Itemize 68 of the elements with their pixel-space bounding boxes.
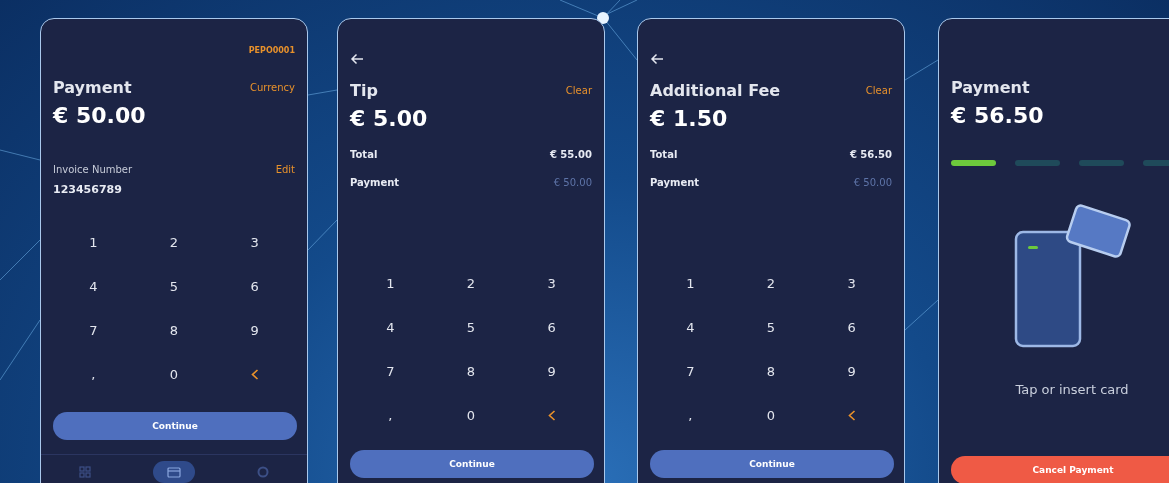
summary-value: € 56.50 [849,149,892,160]
invoice-number: 123456789 [53,183,123,196]
summary-value: € 50.00 [553,177,592,188]
grid-icon [79,466,92,478]
card-icon [167,466,181,478]
keypad-key[interactable]: 3 [811,261,892,305]
keypad-key[interactable]: 2 [133,220,215,264]
nav-tab[interactable] [153,461,195,483]
keypad-key[interactable]: 4 [650,305,731,349]
keypad-key[interactable]: 8 [730,349,812,393]
clear-link[interactable]: Clear [565,85,592,96]
continue-button[interactable]: Continue [350,450,594,478]
keypad-key[interactable]: 6 [811,305,892,349]
keypad-key[interactable]: 3 [511,261,592,305]
summary-value: € 55.00 [549,149,592,160]
keypad-key[interactable]: 4 [350,305,431,349]
back-arrow-icon[interactable] [650,53,664,65]
keypad-key[interactable]: 4 [53,264,134,308]
currency-link[interactable]: Currency [249,82,295,93]
keypad-key[interactable]: 8 [133,308,215,352]
keypad-key[interactable]: 9 [214,308,295,352]
summary-label: Payment [650,177,700,188]
keypad-key[interactable]: 7 [53,308,134,352]
merchant-id: PEPO0001 [248,46,295,55]
summary-label: Total [350,149,378,160]
keypad-key[interactable]: 9 [511,349,592,393]
screen-title: Payment [951,78,1030,97]
edit-link[interactable]: Edit [275,164,295,175]
keypad-key[interactable]: , [350,393,431,437]
keypad-key[interactable]: 5 [730,305,812,349]
chevron-left-icon [547,409,556,421]
keypad-key[interactable]: 2 [730,261,812,305]
clear-link[interactable]: Clear [865,85,892,96]
keypad-key[interactable]: 0 [730,393,812,437]
keypad-key[interactable]: 3 [214,220,295,264]
screen-title: Additional Fee [650,81,781,100]
keypad-key[interactable]: 5 [430,305,512,349]
keypad-key[interactable]: 1 [650,261,731,305]
summary-label: Total [650,149,678,160]
keypad-key[interactable]: 0 [430,393,512,437]
amount-value: € 5.00 [350,106,429,131]
keypad-key[interactable]: , [53,352,134,396]
field-label: Invoice Number [53,164,133,175]
chevron-left-icon [847,409,856,421]
summary-value: € 50.00 [853,177,892,188]
continue-button[interactable]: Continue [53,412,297,440]
keypad-key[interactable]: , [650,393,731,437]
back-arrow-icon[interactable] [350,53,364,65]
keypad-key[interactable]: 7 [650,349,731,393]
keypad-key[interactable]: 0 [133,352,215,396]
keypad-key[interactable]: 7 [350,349,431,393]
amount-value: € 50.00 [53,103,147,128]
keypad-key[interactable]: 9 [811,349,892,393]
keypad-key[interactable]: 2 [430,261,512,305]
keypad-key[interactable]: 6 [214,264,295,308]
keypad-key[interactable]: 6 [511,305,592,349]
screen-title: Tip [350,81,378,100]
keypad-key[interactable]: 5 [133,264,215,308]
summary-label: Payment [350,177,400,188]
continue-button[interactable]: Continue [650,450,894,478]
keypad-key[interactable]: 1 [53,220,134,264]
amount-value: € 1.50 [650,106,729,131]
chevron-left-icon [250,368,259,380]
amount-value: € 56.50 [951,103,1045,128]
keypad-key[interactable]: 8 [430,349,512,393]
keypad-key[interactable]: 1 [350,261,431,305]
screen-title: Payment [53,78,132,97]
prompt-text: Tap or insert card [1014,382,1130,397]
